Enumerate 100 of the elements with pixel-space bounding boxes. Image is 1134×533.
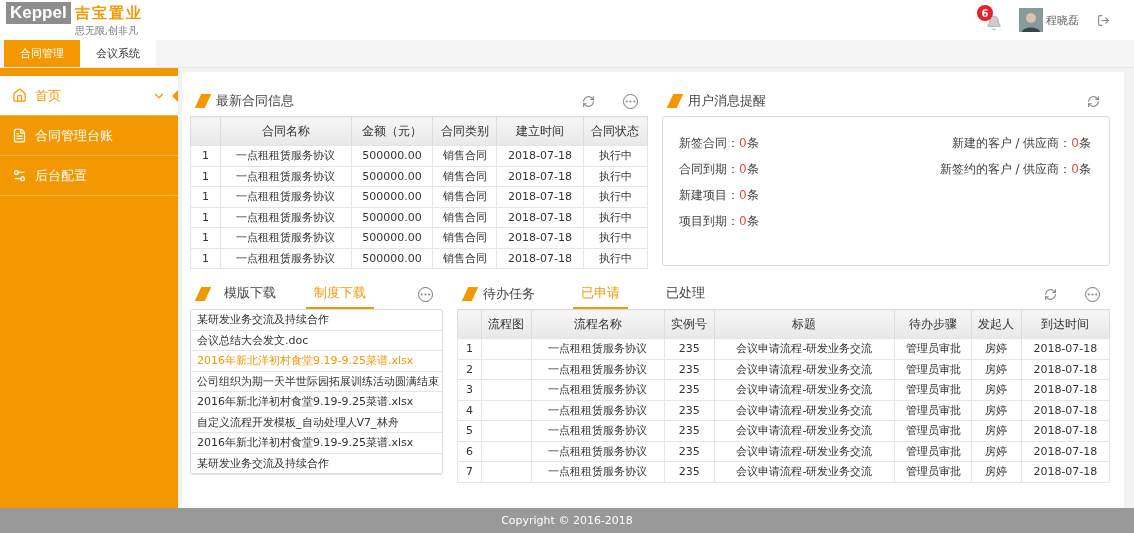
column-header: 到达时间 — [1021, 309, 1110, 339]
table-cell: 1 — [190, 227, 221, 248]
table-cell: 500000.00 — [351, 227, 433, 248]
title-marker — [194, 94, 212, 108]
message-line: 新签合同：0条 — [679, 135, 759, 152]
file-link[interactable]: 自定义流程开发模板_自动处理人V7_林舟 — [191, 412, 442, 433]
table-cell: 销售合同 — [432, 207, 497, 228]
settings-icon — [12, 168, 27, 183]
table-cell: 执行中 — [583, 227, 648, 248]
table-cell: 销售合同 — [432, 248, 497, 269]
message-line: 项目到期：0条 — [679, 213, 759, 230]
file-link[interactable]: 某研发业务交流及持续合作 — [191, 310, 442, 331]
table-cell: 2018-07-18 — [496, 166, 584, 187]
table-cell: 5 — [457, 420, 482, 441]
table-cell: 235 — [664, 379, 715, 400]
table-cell: 销售合同 — [432, 166, 497, 187]
file-link[interactable]: 公司组织为期一天半世际园拓展训练活动圆满结束 — [191, 371, 442, 392]
column-header: 建立时间 — [496, 116, 584, 146]
table-cell: 1 — [190, 166, 221, 187]
table-cell: 235 — [664, 420, 715, 441]
table-cell: 一点租租赁服务协议 — [220, 207, 352, 228]
copyright: Copyright © 2016-2018 — [0, 508, 1134, 533]
table-cell: 会议申请流程-研发业务交流 — [714, 400, 895, 421]
table-cell: 管理员审批 — [894, 379, 972, 400]
column-header: 合同类别 — [432, 116, 497, 146]
bell-icon[interactable] — [986, 15, 1002, 31]
table-cell: 500000.00 — [351, 248, 433, 269]
panel-tab[interactable]: 模版下载 — [216, 279, 284, 309]
table-cell: 2018-07-18 — [496, 145, 584, 166]
table-cell: 235 — [664, 461, 715, 482]
column-header: 合同状态 — [583, 116, 648, 146]
refresh-icon[interactable] — [1044, 287, 1057, 301]
table-cell: 会议申请流程-研发业务交流 — [714, 461, 895, 482]
column-header: 待办步骤 — [894, 309, 972, 339]
title-marker — [666, 94, 684, 108]
table-cell: 1 — [190, 145, 221, 166]
document-icon — [12, 128, 27, 143]
table-cell: 一点租租赁服务协议 — [220, 145, 352, 166]
logo-name: 吉宝置业 — [74, 3, 143, 23]
file-link[interactable]: 2016年新北洋初村食堂9.19-9.25菜谱.xlsx — [191, 392, 442, 413]
logo-slogan: 思无限,创非凡 — [74, 24, 139, 38]
table-cell: 235 — [664, 338, 715, 359]
column-header: 流程名称 — [531, 309, 665, 339]
table-cell: 会议申请流程-研发业务交流 — [714, 379, 895, 400]
table-cell: 一点租租赁服务协议 — [531, 420, 665, 441]
message-line: 合同到期：0条 — [679, 161, 759, 178]
table-cell: 销售合同 — [432, 186, 497, 207]
column-header: 标题 — [714, 309, 895, 339]
table-cell: 会议申请流程-研发业务交流 — [714, 420, 895, 441]
refresh-icon[interactable] — [582, 94, 595, 108]
table-cell: 2018-07-18 — [1021, 420, 1110, 441]
table-cell: 管理员审批 — [894, 441, 972, 462]
title-marker — [194, 287, 212, 301]
table-cell: 管理员审批 — [894, 420, 972, 441]
table-cell: 会议申请流程-研发业务交流 — [714, 338, 895, 359]
table-cell: 500000.00 — [351, 207, 433, 228]
table-cell: 房婷 — [971, 400, 1022, 421]
logo-brand: Keppel — [6, 2, 71, 24]
table-cell: 2018-07-18 — [496, 227, 584, 248]
avatar — [1019, 8, 1043, 32]
table-cell: 房婷 — [971, 441, 1022, 462]
table-cell: 500000.00 — [351, 186, 433, 207]
refresh-icon[interactable] — [1087, 94, 1100, 108]
table-cell: 会议申请流程-研发业务交流 — [714, 359, 895, 380]
table-cell: 1 — [190, 207, 221, 228]
message-line: 新建的客户 / 供应商：0条 — [951, 135, 1091, 152]
table-cell: 1 — [190, 248, 221, 269]
table-cell: 管理员审批 — [894, 359, 972, 380]
table-cell: 一点租租赁服务协议 — [531, 379, 665, 400]
column-header: 流程图 — [481, 309, 532, 339]
file-link[interactable]: 2016年新北洋初村食堂9.19-9.25菜谱.xlsx — [191, 433, 442, 454]
table-cell: 500000.00 — [351, 166, 433, 187]
file-link[interactable]: 会议总结大会发文.doc — [191, 330, 442, 351]
table-cell: 500000.00 — [351, 145, 433, 166]
table-cell: 1 — [190, 186, 221, 207]
table-cell: 一点租租赁服务协议 — [220, 166, 352, 187]
logout-icon[interactable] — [1097, 13, 1110, 27]
panel-title: 用户消息提醒 — [688, 92, 766, 110]
file-link[interactable]: 某研发业务交流及持续合作 — [191, 453, 442, 474]
table-cell: 235 — [664, 359, 715, 380]
table-cell: 管理员审批 — [894, 400, 972, 421]
table-cell: 2018-07-18 — [1021, 359, 1110, 380]
table-cell: 房婷 — [971, 359, 1022, 380]
table-cell: 2018-07-18 — [1021, 338, 1110, 359]
table-cell: 执行中 — [583, 186, 648, 207]
table-cell: 房婷 — [971, 338, 1022, 359]
home-icon — [12, 88, 27, 103]
table-cell: 执行中 — [583, 207, 648, 228]
column-header: 金额（元） — [351, 116, 433, 146]
column-header: 实例号 — [664, 309, 715, 339]
panel-tab[interactable]: 已处理 — [658, 279, 713, 309]
table-cell: 235 — [664, 441, 715, 462]
table-cell: 一点租租赁服务协议 — [220, 186, 352, 207]
table-cell: 一点租租赁服务协议 — [531, 400, 665, 421]
table-cell: 执行中 — [583, 248, 648, 269]
table-cell: 执行中 — [583, 145, 648, 166]
table-cell: 235 — [664, 400, 715, 421]
nav-tab[interactable]: 会议系统 — [80, 40, 156, 67]
table-cell: 2018-07-18 — [496, 186, 584, 207]
table-cell: 房婷 — [971, 461, 1022, 482]
